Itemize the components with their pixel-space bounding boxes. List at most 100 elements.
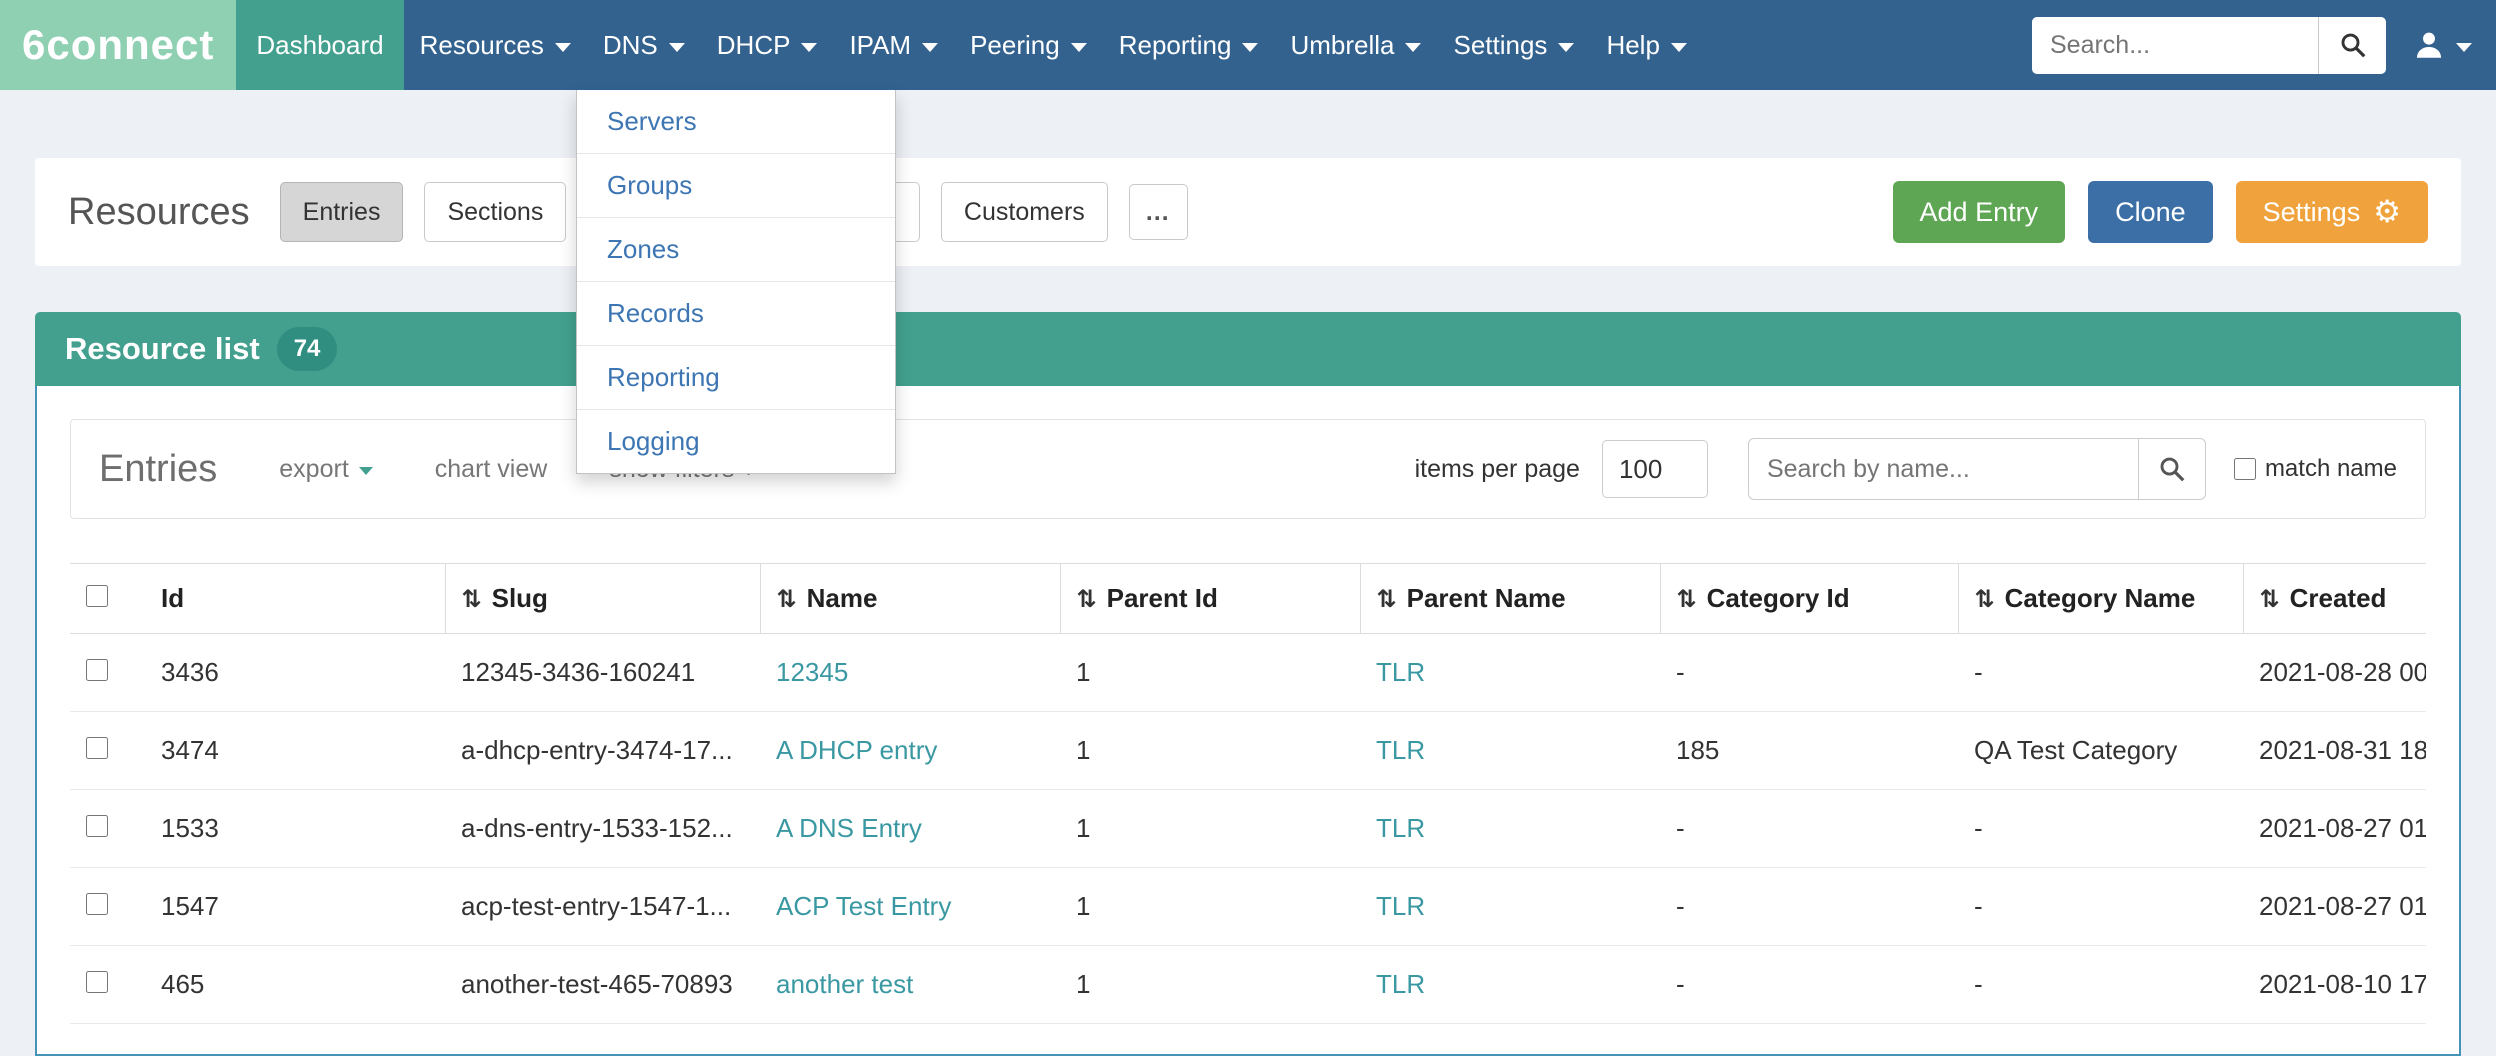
- logo[interactable]: 6connect: [0, 0, 236, 90]
- name-search-input[interactable]: [1748, 438, 2138, 500]
- row-created: 2021-08-31 18: [2243, 712, 2426, 790]
- row-name-link[interactable]: A DNS Entry: [776, 813, 922, 843]
- row-name-link[interactable]: ACP Test Entry: [776, 891, 951, 921]
- row-checkbox[interactable]: [86, 659, 108, 681]
- table-row: 3474 a-dhcp-entry-3474-17... A DHCP entr…: [70, 712, 2426, 790]
- nav-settings[interactable]: Settings: [1437, 0, 1590, 90]
- row-parent-name-link[interactable]: TLR: [1376, 969, 1425, 999]
- row-parent-name-link[interactable]: TLR: [1376, 735, 1425, 765]
- nav-dns[interactable]: DNS: [587, 0, 701, 90]
- name-search-button[interactable]: [2138, 438, 2206, 500]
- row-checkbox[interactable]: [86, 815, 108, 837]
- chevron-down-icon: [1671, 43, 1687, 52]
- row-parent-id: 1: [1060, 712, 1360, 790]
- row-parent-name-link[interactable]: TLR: [1376, 891, 1425, 921]
- chevron-down-icon: [922, 43, 938, 52]
- column-header-parent-id[interactable]: ⇅Parent Id: [1060, 564, 1360, 634]
- nav-resources[interactable]: Resources: [404, 0, 587, 90]
- row-name-cell: another test: [760, 946, 1060, 1024]
- row-parent-id: 1: [1060, 634, 1360, 712]
- column-header-parent-name[interactable]: ⇅Parent Name: [1360, 564, 1660, 634]
- add-entry-button[interactable]: Add Entry: [1893, 181, 2066, 243]
- nav-umbrella[interactable]: Umbrella: [1274, 0, 1437, 90]
- table-row: 1547 acp-test-entry-1547-1... ACP Test E…: [70, 868, 2426, 946]
- row-checkbox[interactable]: [86, 893, 108, 915]
- menu-item-servers[interactable]: Servers: [577, 90, 895, 153]
- row-name-link[interactable]: 12345: [776, 657, 848, 687]
- global-search-button[interactable]: [2318, 17, 2386, 74]
- settings-button-label: Settings: [2263, 197, 2361, 228]
- nav-ipam[interactable]: IPAM: [833, 0, 954, 90]
- export-menu[interactable]: export: [279, 455, 372, 484]
- export-label: export: [279, 455, 348, 484]
- menu-item-reporting[interactable]: Reporting: [577, 345, 895, 409]
- sort-icon[interactable]: ⇅: [1077, 585, 1097, 613]
- chevron-down-icon: [1405, 43, 1421, 52]
- row-created: 2021-08-27 01: [2243, 790, 2426, 868]
- nav-help[interactable]: Help: [1590, 0, 1702, 90]
- row-parent-name-cell: TLR: [1360, 868, 1660, 946]
- count-badge: 74: [277, 327, 338, 371]
- column-header-id[interactable]: Id: [145, 564, 445, 634]
- column-header-name[interactable]: ⇅Name: [760, 564, 1060, 634]
- user-menu[interactable]: [2412, 28, 2472, 62]
- settings-button[interactable]: Settings ⚙: [2236, 181, 2428, 243]
- nav-dhcp[interactable]: DHCP: [701, 0, 834, 90]
- tab-customers[interactable]: Customers: [941, 182, 1108, 242]
- row-checkbox[interactable]: [86, 971, 108, 993]
- sort-icon[interactable]: ⇅: [1677, 585, 1697, 613]
- row-checkbox-cell: [70, 946, 145, 1024]
- search-icon: [2157, 454, 2187, 484]
- column-header-slug[interactable]: ⇅ Slug: [445, 564, 760, 634]
- global-search-input[interactable]: [2032, 17, 2318, 74]
- row-name-link[interactable]: A DHCP entry: [776, 735, 937, 765]
- select-all-checkbox[interactable]: [86, 585, 108, 607]
- column-header-category-id[interactable]: ⇅ Category Id: [1660, 564, 1958, 634]
- menu-item-zones[interactable]: Zones: [577, 217, 895, 281]
- nav-reporting[interactable]: Reporting: [1103, 0, 1275, 90]
- toolbar-right: items per page match name: [1415, 438, 2397, 500]
- nav-reporting-label: Reporting: [1119, 30, 1232, 61]
- chevron-down-icon: [801, 43, 817, 52]
- row-category-name: -: [1958, 868, 2243, 946]
- row-parent-name-link[interactable]: TLR: [1376, 813, 1425, 843]
- row-name-link[interactable]: another test: [776, 969, 913, 999]
- row-slug: acp-test-entry-1547-1...: [445, 868, 760, 946]
- sort-icon[interactable]: ⇅: [1975, 585, 1995, 613]
- sort-icon[interactable]: ⇅: [777, 585, 797, 613]
- nav-peering[interactable]: Peering: [954, 0, 1103, 90]
- sort-icon[interactable]: ⇅: [1377, 585, 1397, 613]
- column-label: Id: [161, 583, 184, 613]
- sort-icon[interactable]: ⇅: [2260, 585, 2280, 613]
- name-search-group: [1748, 438, 2206, 500]
- row-id: 3474: [145, 712, 445, 790]
- menu-item-records[interactable]: Records: [577, 281, 895, 345]
- user-icon: [2412, 28, 2446, 62]
- tab-sections[interactable]: Sections: [424, 182, 566, 242]
- column-label: Category Id: [1707, 583, 1850, 613]
- sort-icon[interactable]: ⇅: [462, 585, 482, 613]
- menu-item-logging[interactable]: Logging: [577, 409, 895, 473]
- column-header-created[interactable]: ⇅Created: [2243, 564, 2426, 634]
- match-name-checkbox[interactable]: [2234, 458, 2256, 480]
- row-checkbox[interactable]: [86, 737, 108, 759]
- row-parent-id: 1: [1060, 946, 1360, 1024]
- row-parent-name-link[interactable]: TLR: [1376, 657, 1425, 687]
- row-id: 3436: [145, 634, 445, 712]
- items-per-page-input[interactable]: [1602, 440, 1708, 498]
- chart-view-link[interactable]: chart view: [435, 455, 548, 484]
- menu-item-groups[interactable]: Groups: [577, 153, 895, 217]
- column-header-category-name[interactable]: ⇅Category Name: [1958, 564, 2243, 634]
- resource-list-header: Resource list 74: [35, 312, 2461, 386]
- table-row: 3436 12345-3436-160241 12345 1 TLR - - 2…: [70, 634, 2426, 712]
- row-category-id: -: [1660, 634, 1958, 712]
- dns-dropdown-menu: Servers Groups Zones Records Reporting L…: [576, 90, 896, 474]
- tab-entries[interactable]: Entries: [280, 182, 404, 242]
- nav-dashboard[interactable]: Dashboard: [236, 0, 403, 90]
- clone-button[interactable]: Clone: [2088, 181, 2213, 243]
- row-parent-id: 1: [1060, 790, 1360, 868]
- items-per-page-label: items per page: [1415, 455, 1580, 484]
- column-label: Slug: [492, 583, 548, 613]
- row-slug: another-test-465-70893: [445, 946, 760, 1024]
- more-tabs-button[interactable]: …: [1129, 184, 1188, 240]
